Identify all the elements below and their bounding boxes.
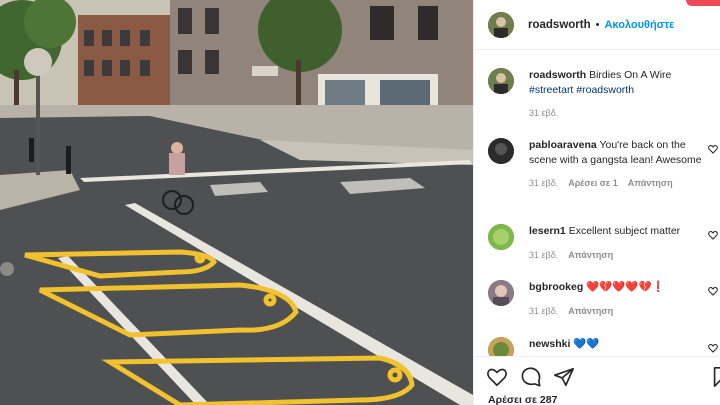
- likes-count[interactable]: Αρέσει σε 287: [488, 394, 557, 405]
- reply-button[interactable]: Απάντηση: [568, 304, 613, 319]
- post-actions: Αρέσει σε 287: [474, 356, 720, 405]
- avatar[interactable]: [488, 68, 514, 94]
- list-item: lesern1 Excellent subject matter 31 εβδ.…: [488, 224, 718, 263]
- share-icon[interactable]: [553, 366, 575, 388]
- heart-icon[interactable]: [708, 286, 718, 296]
- comment-text: Excellent subject matter: [568, 225, 681, 237]
- comments-list[interactable]: roadsworth Birdies On A Wire #streetart …: [474, 50, 720, 356]
- reply-button[interactable]: Απάντηση: [628, 176, 673, 191]
- comment-time[interactable]: 31 εβδ.: [529, 304, 558, 319]
- heart-icon[interactable]: [486, 366, 508, 388]
- list-item: pabloaravena You're back on the scene wi…: [488, 138, 718, 191]
- comment-username[interactable]: pabloaravena: [529, 139, 597, 151]
- caption-hashtags[interactable]: #streetart #roadsworth: [529, 83, 709, 98]
- comment-time[interactable]: 31 εβδ.: [529, 176, 558, 191]
- follow-button[interactable]: Ακολουθήστε: [604, 19, 674, 31]
- comment-username[interactable]: newshki: [529, 338, 570, 350]
- post-header: roadsworth • Ακολουθήστε: [474, 0, 720, 50]
- avatar[interactable]: [488, 280, 514, 306]
- comment-username[interactable]: bgbrookeg: [529, 281, 583, 293]
- caption-username[interactable]: roadsworth: [529, 69, 586, 81]
- comment-time[interactable]: 31 εβδ.: [529, 248, 558, 263]
- post-photo[interactable]: [0, 0, 473, 405]
- list-item: bgbrookeg ❤️💔❤️❤️💔❗ 31 εβδ. Απάντηση: [488, 280, 718, 319]
- street-scene-image: [0, 0, 473, 405]
- avatar[interactable]: [488, 224, 514, 250]
- bookmark-icon[interactable]: [710, 366, 720, 388]
- heart-icon[interactable]: [708, 144, 718, 154]
- comment-likes[interactable]: Αρέσει σε 1: [568, 176, 618, 191]
- avatar[interactable]: [488, 337, 514, 356]
- comment-icon[interactable]: [520, 366, 542, 388]
- heart-icon[interactable]: [708, 230, 718, 240]
- caption-time[interactable]: 31 εβδ.: [529, 106, 558, 121]
- reply-button[interactable]: Απάντηση: [568, 248, 613, 263]
- avatar[interactable]: [488, 138, 514, 164]
- caption-text: Birdies On A Wire: [589, 69, 672, 81]
- caption: roadsworth Birdies On A Wire #streetart …: [488, 68, 716, 121]
- comment-text: ❤️💔❤️❤️💔❗: [586, 281, 665, 293]
- list-item: newshki 💙💙: [488, 337, 718, 356]
- heart-icon[interactable]: [708, 343, 718, 353]
- post-side-panel: roadsworth • Ακολουθήστε roadsworth Bird…: [473, 0, 720, 405]
- avatar[interactable]: [488, 11, 514, 38]
- header-username[interactable]: roadsworth: [528, 19, 591, 31]
- comment-text: 💙💙: [573, 338, 600, 350]
- separator-dot: •: [595, 18, 600, 31]
- comment-username[interactable]: lesern1: [529, 225, 566, 237]
